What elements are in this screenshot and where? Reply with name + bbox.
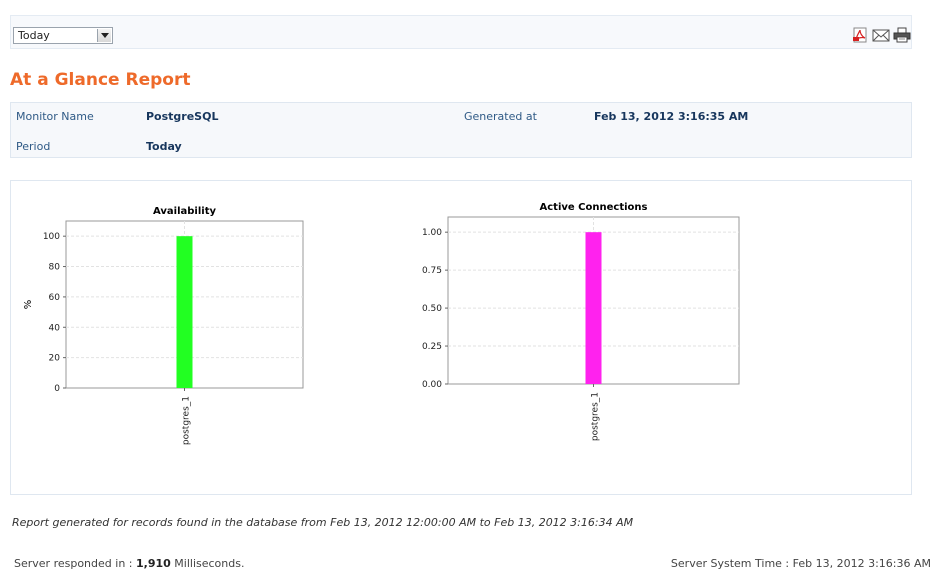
charts-canvas: Availability 0 20 40 60 80 100 postgres_1% Activ… [23,202,740,445]
y-tick-label: 0.50 [422,304,442,314]
period-select-value: Today [18,29,50,42]
chart-title: Availability [153,206,216,217]
bar [585,232,602,384]
export-icons [851,27,911,43]
print-icon[interactable] [893,27,911,43]
period-value: Today [146,140,182,153]
y-tick-label: 0 [54,384,60,394]
period-select[interactable]: Today [13,27,113,44]
y-tick-label: 0.00 [422,380,442,390]
generated-at-label: Generated at [464,110,537,123]
server-response-time: Server responded in : 1,910 Milliseconds… [14,557,244,570]
charts-panel: Availability 0 20 40 60 80 100 postgres_1% Activ… [10,180,912,495]
server-response-value: 1,910 [136,557,171,570]
server-response-prefix: Server responded in : [14,557,136,570]
generated-at-value: Feb 13, 2012 3:16:35 AM [594,110,749,123]
monitor-name-value: PostgreSQL [146,110,219,123]
email-icon[interactable] [872,27,890,43]
y-axis-label: % [23,300,34,310]
monitor-name-label: Monitor Name [16,110,94,123]
pdf-icon[interactable] [851,27,869,43]
y-tick-label: 0.25 [422,342,442,352]
y-tick-label: 100 [43,232,60,242]
chevron-down-icon[interactable] [97,29,111,42]
y-tick-label: 80 [49,263,61,273]
chart-title: Active Connections [540,202,648,213]
x-tick-label: postgres_1 [182,396,192,445]
y-tick-label: 40 [49,323,61,333]
server-response-suffix: Milliseconds. [170,557,245,570]
x-tick-label: postgres_1 [591,392,601,441]
period-label: Period [16,140,51,153]
records-note: Report generated for records found in th… [12,516,634,529]
bar [176,236,193,388]
y-tick-label: 0.75 [422,266,442,276]
report-info-panel: Monitor Name PostgreSQL Generated at Feb… [10,102,912,158]
y-tick-label: 1.00 [422,228,442,238]
server-system-time: Server System Time : Feb 13, 2012 3:16:3… [670,557,931,570]
report-title: At a Glance Report [10,70,191,90]
y-tick-label: 60 [49,293,61,303]
report-toolbar: Today [10,15,912,49]
y-tick-label: 20 [49,354,61,364]
